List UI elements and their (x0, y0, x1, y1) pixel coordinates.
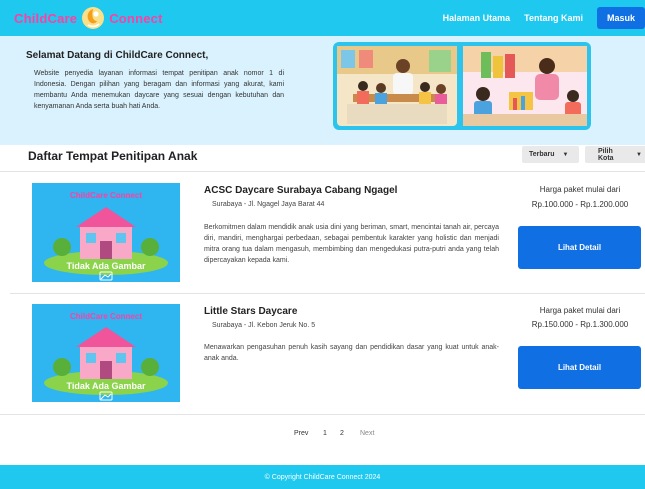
brand-name-left: ChildCare (14, 10, 78, 26)
placeholder-caption: Tidak Ada Gambar (66, 261, 146, 271)
brand-name-right: Connect (109, 10, 163, 26)
sort-dropdown[interactable]: Terbaru ▼ (522, 146, 579, 163)
login-button[interactable]: Masuk (596, 7, 645, 29)
hero-photo (333, 42, 591, 130)
detail-button[interactable]: Lihat Detail (518, 226, 641, 269)
nav-links: Halaman Utama Tentang Kami Masuk (443, 0, 645, 36)
footer: © Copyright ChildCare Connect 2024 (0, 465, 645, 489)
hero-title: Selamat Datang di ChildCare Connect, (26, 50, 209, 61)
pagination-page-2[interactable]: 2 (340, 430, 344, 437)
city-dropdown[interactable]: Pilih Kota ▼ (585, 146, 645, 163)
nav-link-home[interactable]: Halaman Utama (443, 13, 511, 23)
nav-link-about[interactable]: Tentang Kami (524, 13, 583, 23)
sort-label: Terbaru (529, 151, 555, 158)
pagination-prev[interactable]: Prev (294, 430, 308, 437)
daycare-image-placeholder: ChildCare Connect Tidak Ada Gambar (32, 304, 180, 402)
placeholder-banner: ChildCare Connect (70, 191, 142, 200)
price-range: Rp.100.000 - Rp.1.200.000 (531, 200, 629, 209)
price-range: Rp.150.000 - Rp.1.300.000 (531, 320, 629, 329)
pagination-page-1[interactable]: 1 (323, 430, 327, 437)
hero-description: Website penyedia layanan informasi tempa… (34, 70, 284, 110)
chevron-down-icon: ▼ (562, 151, 569, 158)
daycare-name[interactable]: ACSC Daycare Surabaya Cabang Ngagel (204, 185, 397, 196)
daycare-address: Surabaya - Jl. Kebon Jeruk No. 5 (212, 322, 316, 329)
city-label: Pilih Kota (598, 147, 614, 162)
pagination-next[interactable]: Next (360, 430, 374, 437)
card-divider (10, 293, 645, 294)
placeholder-banner: ChildCare Connect (70, 312, 142, 321)
daycare-address: Surabaya - Jl. Ngagel Jaya Barat 44 (212, 201, 325, 208)
list-title: Daftar Tempat Penitipan Anak (28, 149, 198, 163)
childcare-logo-icon (82, 7, 105, 29)
chevron-down-icon: ▼ (636, 151, 642, 158)
daycare-description: Berkomitmen dalam mendidik anak usia din… (204, 224, 499, 264)
footer-copyright: © Copyright ChildCare Connect 2024 (264, 473, 381, 481)
price-label: Harga paket mulai dari (539, 306, 621, 315)
brand-logo-link[interactable]: ChildCare Connect (14, 6, 163, 30)
placeholder-caption: Tidak Ada Gambar (66, 381, 146, 391)
daycare-image-placeholder: ChildCare Connect Tidak Ada Gambar (32, 183, 180, 282)
daycare-description: Menawarkan pengasuhan penuh kasih sayang… (204, 344, 499, 362)
price-label: Harga paket mulai dari (539, 185, 621, 194)
detail-button[interactable]: Lihat Detail (518, 346, 641, 389)
daycare-name[interactable]: Little Stars Daycare (204, 306, 297, 317)
